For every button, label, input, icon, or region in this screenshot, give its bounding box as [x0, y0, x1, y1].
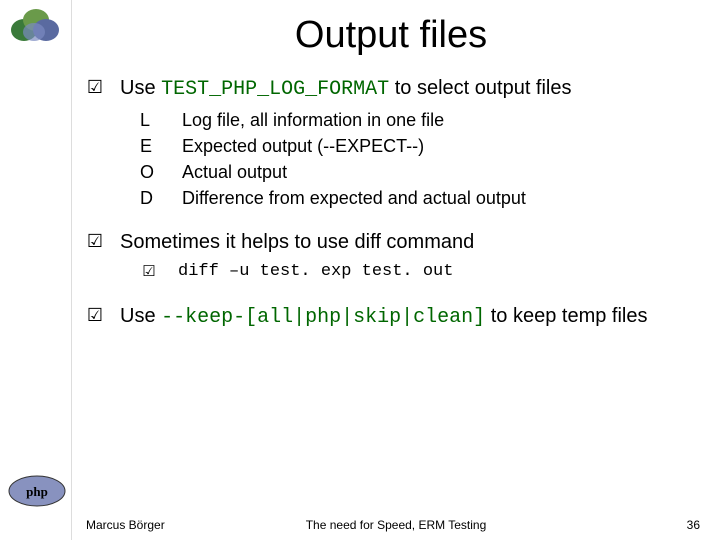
sub-key: E: [140, 133, 158, 159]
sub-item: D Difference from expected and actual out…: [140, 185, 710, 211]
bullet-item: ☑ Use --keep-[all|php|skip|clean] to kee…: [86, 303, 710, 331]
bullet-item: ☑ Sometimes it helps to use diff command: [86, 229, 710, 255]
sub-value: Difference from expected and actual outp…: [182, 185, 526, 211]
footer: Marcus Börger The need for Speed, ERM Te…: [72, 514, 710, 540]
bullet-pre: Use: [120, 305, 161, 327]
footer-page: 36: [687, 518, 700, 532]
sub-list: ☑ diff –u test. exp test. out: [140, 259, 710, 285]
sub-key: D: [140, 185, 158, 211]
bullet-item: ☑ Use TEST_PHP_LOG_FORMAT to select outp…: [86, 75, 710, 103]
php-logo-icon: php: [8, 475, 66, 512]
sub-key: O: [140, 159, 158, 185]
bullet-text: Use TEST_PHP_LOG_FORMAT to select output…: [120, 75, 572, 103]
footer-author: Marcus Börger: [86, 518, 165, 532]
main-content: Output files ☑ Use TEST_PHP_LOG_FORMAT t…: [72, 0, 720, 540]
bullet-code: TEST_PHP_LOG_FORMAT: [161, 78, 389, 101]
check-icon: ☑: [86, 229, 104, 253]
check-icon: ☑: [86, 75, 104, 99]
bullet-code: --keep-[all|php|skip|clean]: [161, 306, 485, 329]
sub-item: O Actual output: [140, 159, 710, 185]
sub-value: Expected output (--EXPECT--): [182, 133, 424, 159]
svg-text:php: php: [26, 484, 48, 499]
sub-item: E Expected output (--EXPECT--): [140, 133, 710, 159]
slide-title: Output files: [72, 14, 710, 57]
bullet-post: to select output files: [389, 77, 571, 99]
sub-value: Log file, all information in one file: [182, 107, 444, 133]
sub-value: Actual output: [182, 159, 287, 185]
logo-top-icon: [10, 6, 62, 49]
bullet-pre: Use: [120, 77, 161, 99]
footer-title: The need for Speed, ERM Testing: [306, 518, 487, 532]
sidebar: php: [0, 0, 72, 540]
sub-item: ☑ diff –u test. exp test. out: [140, 259, 710, 285]
bullet-text: Use --keep-[all|php|skip|clean] to keep …: [120, 303, 648, 331]
sub-item: L Log file, all information in one file: [140, 107, 710, 133]
bullet-pre: Sometimes it helps to use diff command: [120, 231, 474, 253]
sub-value: diff –u test. exp test. out: [178, 259, 453, 285]
bullet-post: to keep temp files: [485, 305, 647, 327]
sub-list: L Log file, all information in one file E…: [140, 107, 710, 211]
bullet-text: Sometimes it helps to use diff command: [120, 229, 474, 255]
check-icon: ☑: [86, 303, 104, 327]
content-area: ☑ Use TEST_PHP_LOG_FORMAT to select outp…: [72, 75, 710, 514]
sub-key: L: [140, 107, 158, 133]
check-icon: ☑: [140, 259, 158, 285]
